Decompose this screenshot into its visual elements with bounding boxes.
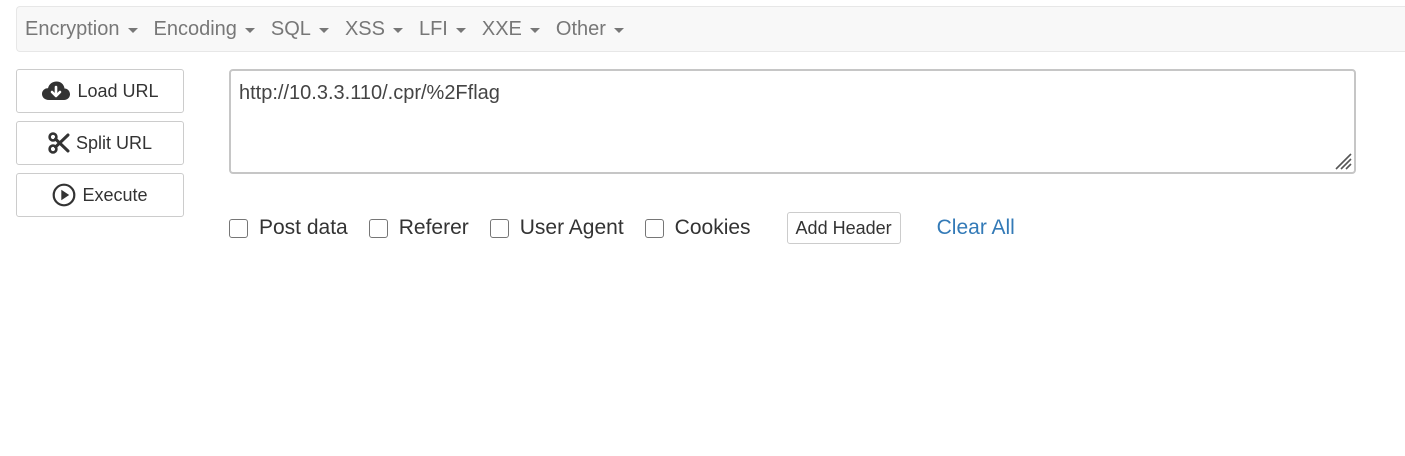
post-data-label: Post data	[259, 216, 348, 239]
menu-label: XXE	[481, 17, 522, 40]
execute-button[interactable]: Execute	[16, 173, 184, 217]
url-value: http://10.3.3.110/.cpr/%2Fflag	[239, 82, 500, 104]
user-agent-checkbox[interactable]	[489, 218, 509, 238]
action-buttons: Load URL Split URL Execute	[16, 69, 184, 225]
caret-down-icon	[529, 28, 540, 33]
menu-sql[interactable]: SQL	[263, 7, 337, 51]
menu-label: Encryption	[25, 17, 120, 40]
clear-all-link[interactable]: Clear All	[937, 216, 1015, 240]
user-agent-label: User Agent	[519, 216, 624, 239]
request-options: Post data Referer User Agent Cookies Add…	[229, 211, 1015, 245]
cloud-download-icon	[41, 80, 71, 102]
caret-down-icon	[127, 28, 138, 33]
menu-lfi[interactable]: LFI	[411, 7, 474, 51]
top-menubar: Encryption Encoding SQL XSS LFI XXE Othe…	[16, 6, 1405, 52]
cookies-checkbox[interactable]	[644, 218, 664, 238]
post-data-checkbox[interactable]	[229, 218, 248, 238]
caret-down-icon	[455, 28, 466, 33]
add-header-button[interactable]: Add Header	[786, 212, 901, 244]
resize-grip-icon[interactable]	[1330, 148, 1352, 170]
menu-label: SQL	[270, 17, 311, 40]
caret-down-icon	[318, 28, 329, 33]
referer-option[interactable]: Referer	[368, 216, 469, 240]
scissors-icon	[48, 132, 70, 154]
url-textarea[interactable]: http://10.3.3.110/.cpr/%2Fflag	[229, 69, 1356, 174]
caret-down-icon	[244, 28, 255, 33]
load-url-button[interactable]: Load URL	[16, 69, 184, 113]
menu-other[interactable]: Other	[548, 7, 632, 51]
referer-checkbox[interactable]	[368, 218, 388, 238]
menu-encryption[interactable]: Encryption	[17, 7, 146, 51]
menu-encoding[interactable]: Encoding	[146, 7, 263, 51]
menu-label: XSS	[344, 17, 385, 40]
user-agent-option[interactable]: User Agent	[489, 216, 624, 240]
cookies-label: Cookies	[674, 216, 751, 239]
menu-label: Encoding	[153, 17, 237, 40]
caret-down-icon	[392, 28, 403, 33]
play-circle-icon	[52, 183, 76, 207]
split-url-button[interactable]: Split URL	[16, 121, 184, 165]
caret-down-icon	[613, 28, 624, 33]
execute-label: Execute	[82, 184, 148, 205]
menu-label: LFI	[418, 17, 448, 40]
post-data-option[interactable]: Post data	[229, 216, 348, 240]
menu-xxe[interactable]: XXE	[474, 7, 548, 51]
menu-label: Other	[555, 17, 606, 40]
load-url-label: Load URL	[77, 80, 159, 101]
referer-label: Referer	[398, 216, 469, 239]
menu-xss[interactable]: XSS	[337, 7, 411, 51]
cookies-option[interactable]: Cookies	[644, 216, 751, 240]
split-url-label: Split URL	[75, 132, 153, 153]
